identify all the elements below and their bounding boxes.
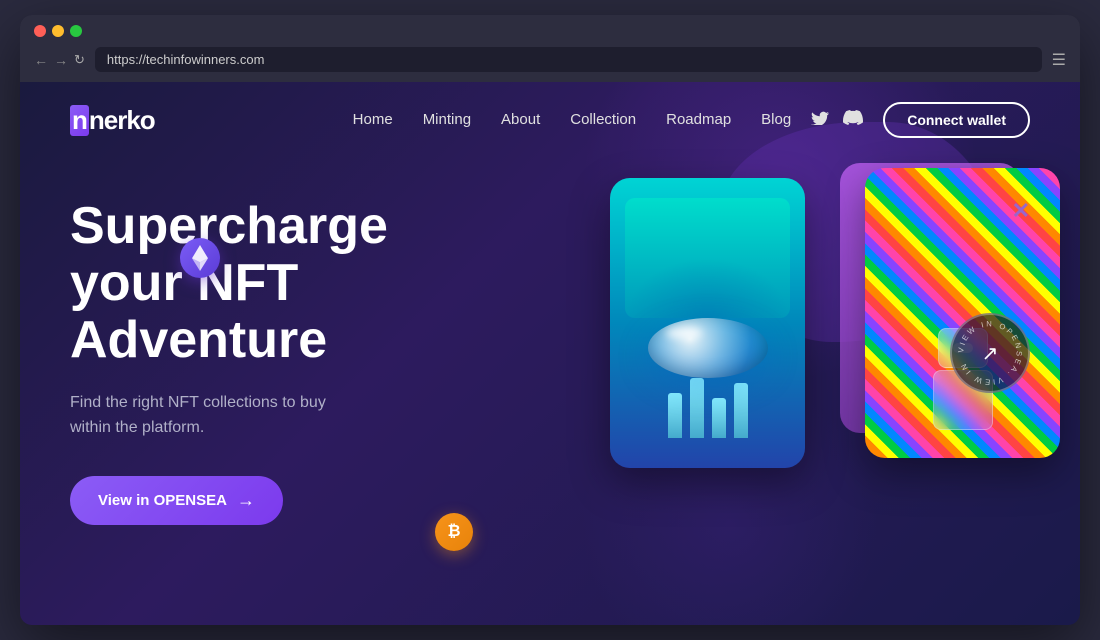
website-content: nnerko Home Minting About Collection Roa… xyxy=(20,82,1080,625)
nav-item-roadmap[interactable]: Roadmap xyxy=(666,111,731,129)
connect-wallet-button[interactable]: Connect wallet xyxy=(883,102,1030,138)
logo-icon: n xyxy=(70,105,89,136)
opensea-badge-arrow-icon: ↗ xyxy=(982,341,999,366)
nav-item-minting[interactable]: Minting xyxy=(423,111,471,129)
browser-toolbar: ← → ↻ ☰ xyxy=(34,47,1066,82)
nav-item-blog[interactable]: Blog xyxy=(761,111,791,129)
reload-button[interactable]: ↻ xyxy=(74,52,85,68)
column-3 xyxy=(712,398,726,438)
ethereum-float-icon xyxy=(180,238,220,278)
hero-subtitle: Find the right NFT collections to buy wi… xyxy=(70,390,370,441)
traffic-lights xyxy=(34,25,1066,37)
hero-section: Supercharge your NFT Adventure Find the … xyxy=(20,158,1080,621)
glass-orb xyxy=(648,318,768,378)
traffic-light-yellow[interactable] xyxy=(52,25,64,37)
address-bar[interactable] xyxy=(95,47,1042,72)
logo[interactable]: nnerko xyxy=(70,105,155,136)
arrow-right-icon: → xyxy=(237,490,255,511)
column-1 xyxy=(668,393,682,438)
opensea-badge[interactable]: VIEW IN OPENSEA. VIEW IN OPENSEA. ↗ xyxy=(950,313,1030,393)
nav-item-about[interactable]: About xyxy=(501,111,540,129)
nav-item-collection[interactable]: Collection xyxy=(570,111,636,129)
nft-card-1-content xyxy=(610,178,805,468)
nav-buttons: ← → ↻ xyxy=(34,52,85,68)
opensea-badge-circle: VIEW IN OPENSEA. VIEW IN OPENSEA. ↗ xyxy=(950,313,1030,393)
nft-card-1[interactable] xyxy=(610,178,805,468)
column-2 xyxy=(690,378,704,438)
3d-columns xyxy=(668,378,748,438)
x-decoration: ✕ xyxy=(1012,198,1030,224)
back-button[interactable]: ← xyxy=(34,52,48,68)
traffic-light-red[interactable] xyxy=(34,25,46,37)
traffic-light-green[interactable] xyxy=(70,25,82,37)
nav-item-home[interactable]: Home xyxy=(353,111,393,129)
bitcoin-float-icon: ₿ xyxy=(435,513,473,551)
hero-left: Supercharge your NFT Adventure Find the … xyxy=(70,178,490,525)
opensea-cta-button[interactable]: View in OPENSEA → xyxy=(70,476,283,525)
navbar: nnerko Home Minting About Collection Roa… xyxy=(20,82,1080,158)
twitter-icon[interactable] xyxy=(811,110,829,130)
forward-button[interactable]: → xyxy=(54,52,68,68)
browser-chrome: ← → ↻ ☰ xyxy=(20,15,1080,82)
browser-menu-button[interactable]: ☰ xyxy=(1052,50,1066,70)
hero-title: Supercharge your NFT Adventure xyxy=(70,198,490,370)
nav-social xyxy=(811,110,863,130)
column-4 xyxy=(734,383,748,438)
browser-window: ← → ↻ ☰ nnerko Home Minting About Collec… xyxy=(20,15,1080,625)
opensea-cta-label: View in OPENSEA xyxy=(98,492,227,509)
discord-icon[interactable] xyxy=(843,110,863,130)
nav-links: Home Minting About Collection Roadmap Bl… xyxy=(353,111,792,129)
logo-text: nerko xyxy=(89,105,155,135)
